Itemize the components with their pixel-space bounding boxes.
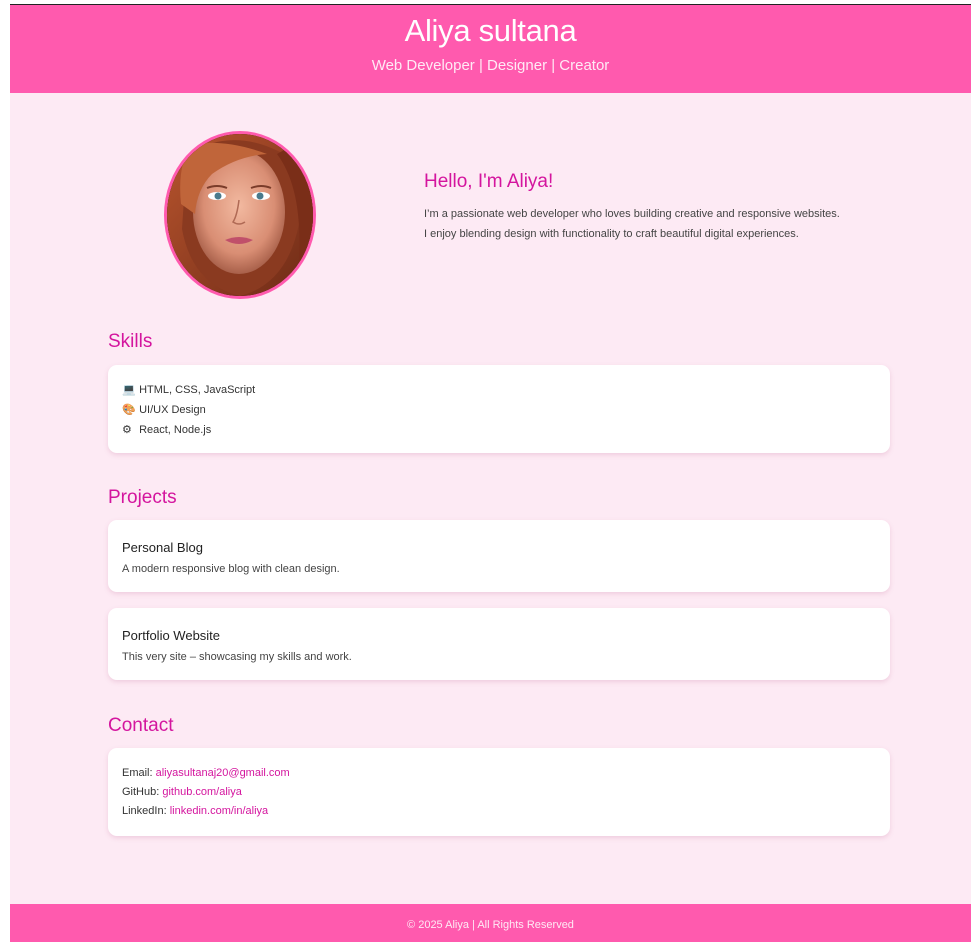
skills-title: Skills xyxy=(108,331,153,352)
about-heading: Hello, I'm Aliya! xyxy=(424,171,554,192)
project-card: Portfolio Website This very site – showc… xyxy=(108,608,890,680)
contact-card: Email: aliyasultanaj20@gmail.com GitHub:… xyxy=(108,748,890,836)
project-description: This very site – showcasing my skills an… xyxy=(122,651,352,663)
about-section: Hello, I'm Aliya! I’m a passionate web d… xyxy=(10,93,971,313)
about-text: Hello, I'm Aliya! I’m a passionate web d… xyxy=(424,171,844,244)
linkedin-link[interactable]: linkedin.com/in/aliya xyxy=(170,805,268,817)
github-label: GitHub: xyxy=(122,786,160,798)
contact-email-row: Email: aliyasultanaj20@gmail.com xyxy=(122,767,290,779)
laptop-icon: 💻 xyxy=(122,384,136,396)
skills-card: 💻 HTML, CSS, JavaScript 🎨 UI/UX Design ⚙… xyxy=(108,365,890,453)
skill-item: 🎨 UI/UX Design xyxy=(122,403,206,416)
gear-icon: ⚙ xyxy=(122,424,132,436)
about-description: I’m a passionate web developer who loves… xyxy=(424,208,840,240)
site-header: Aliya sultana Web Developer | Designer |… xyxy=(10,5,971,93)
contact-title: Contact xyxy=(108,715,174,736)
email-label: Email: xyxy=(122,767,153,779)
profile-photo xyxy=(164,131,316,299)
page: Aliya sultana Web Developer | Designer |… xyxy=(10,4,971,942)
project-title: Portfolio Website xyxy=(122,628,221,643)
email-link[interactable]: aliyasultanaj20@gmail.com xyxy=(156,767,290,779)
project-description: A modern responsive blog with clean desi… xyxy=(122,563,340,575)
projects-title: Projects xyxy=(108,487,177,508)
skill-label: React, Node.js xyxy=(139,424,212,436)
site-footer: © 2025 Aliya | All Rights Reserved xyxy=(10,904,971,942)
skill-item: 💻 HTML, CSS, JavaScript xyxy=(122,383,255,396)
github-link[interactable]: github.com/aliya xyxy=(162,786,242,798)
skill-item: ⚙ React, Node.js xyxy=(122,423,211,436)
project-card: Personal Blog A modern responsive blog w… xyxy=(108,520,890,592)
palette-icon: 🎨 xyxy=(122,404,136,416)
skill-label: UI/UX Design xyxy=(139,404,206,416)
contact-github-row: GitHub: github.com/aliya xyxy=(122,786,242,798)
project-title: Personal Blog xyxy=(122,540,203,555)
linkedin-label: LinkedIn: xyxy=(122,805,167,817)
skill-label: HTML, CSS, JavaScript xyxy=(139,384,256,396)
site-tagline: Web Developer | Designer | Creator xyxy=(371,57,610,74)
site-name: Aliya sultana xyxy=(404,13,577,48)
footer-text: © 2025 Aliya | All Rights Reserved xyxy=(407,919,574,931)
contact-linkedin-row: LinkedIn: linkedin.com/in/aliya xyxy=(122,805,268,817)
